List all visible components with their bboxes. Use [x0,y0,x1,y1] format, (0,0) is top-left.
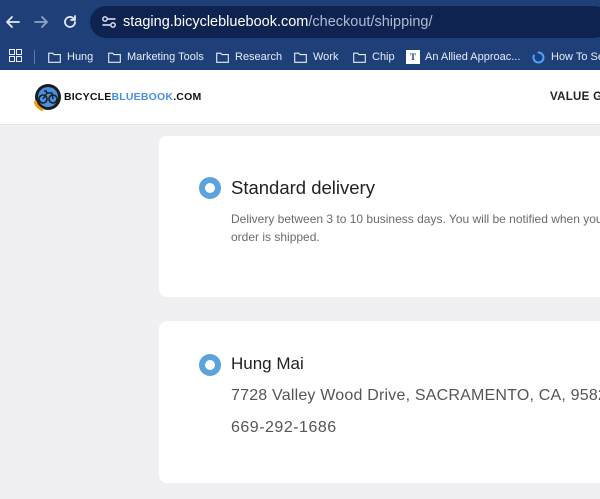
bookmark-label: Chip [372,51,395,63]
bookmark-label: Research [235,51,283,63]
bookmarks-separator [34,50,35,64]
logo-word-com: .COM [173,91,202,103]
logo-wordmark: BICYCLEBLUEBOOK.COM [64,91,201,103]
loading-icon [532,51,545,63]
folder-icon [48,52,61,63]
site-info-icon[interactable] [99,12,119,32]
url-path: /checkout/shipping/ [308,14,433,30]
bookmark-allied-approach[interactable]: T An Allied Approac... [406,48,520,66]
bookmark-label: How To Se [551,51,600,63]
folder-icon [353,52,366,63]
site-header: BICYCLEBLUEBOOK.COM VALUE GU [0,70,600,125]
bookmark-label: Marketing Tools [127,51,204,63]
bookmark-research[interactable]: Research [216,48,282,66]
bookmark-label: Hung [67,51,94,63]
bookmark-label: An Allied Approac... [425,51,521,63]
browser-toolbar: staging.bicyclebluebook.com/checkout/shi… [0,0,600,44]
folder-icon [216,52,229,63]
forward-arrow-icon[interactable] [31,12,51,32]
address-name: Hung Mai [231,354,304,373]
bookmark-marketing-tools[interactable]: Marketing Tools [108,48,204,66]
bookmark-hung[interactable]: Hung [48,48,93,66]
url-host: staging.bicyclebluebook.com [123,14,309,30]
nyt-icon: T [406,50,420,64]
address-bar[interactable]: staging.bicyclebluebook.com/checkout/shi… [90,6,600,38]
address-phone: 669-292-1686 [231,419,337,436]
bookmarks-bar: Hung Marketing Tools Research Work Chip … [0,44,600,70]
bookmark-work[interactable]: Work [294,48,338,66]
logo-word-bicycle: BICYCLE [64,91,112,103]
back-arrow-icon[interactable] [3,12,23,32]
folder-icon [294,52,307,63]
apps-grid-icon[interactable] [9,49,22,62]
delivery-description: Delivery between 3 to 10 business days. … [231,212,600,244]
delivery-option-card[interactable]: Standard delivery Delivery between 3 to … [159,136,600,297]
bicycle-logo-icon [34,84,61,111]
nav-value-guide[interactable]: VALUE GU [550,91,600,103]
bookmark-how-to[interactable]: How To Se [532,48,600,66]
bookmark-label: Work [313,51,339,63]
delivery-title: Standard delivery [231,177,375,198]
url-text: staging.bicyclebluebook.com/checkout/shi… [123,13,433,31]
address-option-card[interactable]: Hung Mai 7728 Valley Wood Drive, SACRAME… [159,321,600,483]
reload-icon[interactable] [60,12,80,32]
logo-word-bluebook: BLUEBOOK [111,91,174,103]
address-street: 7728 Valley Wood Drive, SACRAMENTO, CA, … [231,387,600,404]
bookmark-chip[interactable]: Chip [353,48,395,66]
site-logo[interactable]: BICYCLEBLUEBOOK.COM [34,83,201,111]
folder-icon [108,52,121,63]
address-radio[interactable] [199,354,221,376]
delivery-radio[interactable] [199,177,221,199]
